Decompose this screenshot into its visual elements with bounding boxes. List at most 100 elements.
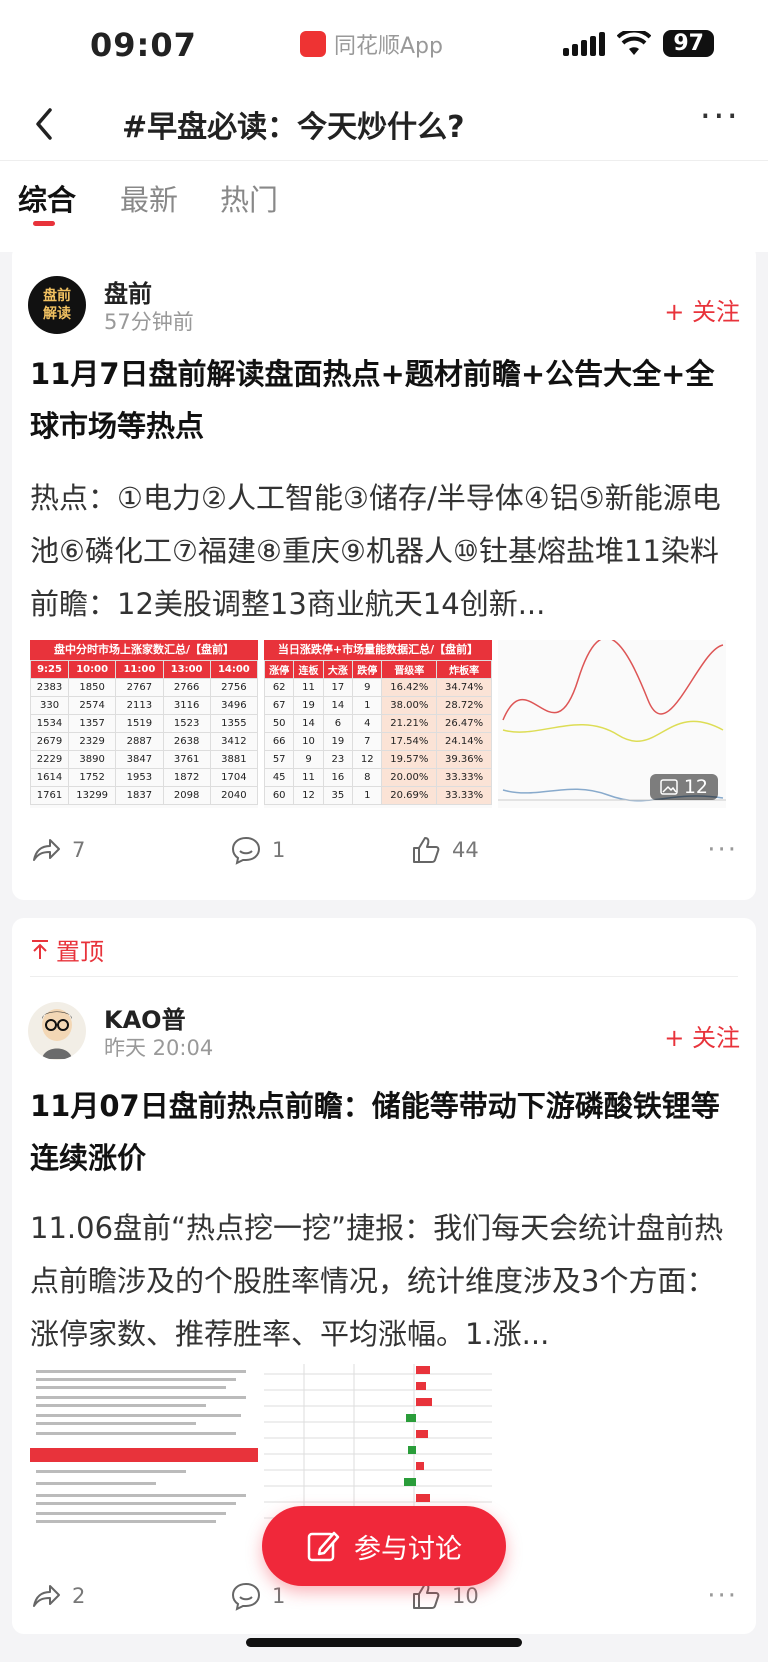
pin-arrow-icon <box>32 939 48 959</box>
table-cell: 3761 <box>162 750 211 769</box>
join-discussion-button[interactable]: 参与讨论 <box>262 1506 506 1586</box>
table-cell: 16.42% <box>381 678 438 697</box>
post-more-icon[interactable]: ··· <box>707 835 738 865</box>
table-cell: 19 <box>293 696 324 715</box>
table-cell: 21.21% <box>381 714 438 733</box>
table-cell: 1872 <box>162 768 211 787</box>
document-thumbnail <box>30 1364 258 1532</box>
table-cell: 1953 <box>115 768 164 787</box>
app-logo-icon <box>300 31 326 57</box>
follow-button[interactable]: + 关注 <box>664 1018 740 1053</box>
follow-button[interactable]: + 关注 <box>664 292 740 327</box>
table-header-cell: 10:00 <box>68 660 117 679</box>
table-cell: 1357 <box>68 714 117 733</box>
table-cell: 2887 <box>115 732 164 751</box>
like-button[interactable]: 44 <box>410 834 600 866</box>
table-cell: 19.57% <box>381 750 438 769</box>
post-card[interactable]: 盘前解读 盘前 57分钟前 + 关注 11月7日盘前解读盘面热点+题材前瞻+公告… <box>12 244 756 900</box>
table-row: 1761 13299 1837 2098 2040 <box>30 786 258 805</box>
table-cell: 1752 <box>68 768 117 787</box>
table2: 涨停 连板 大涨 跌停 晋级率 炸板率 62 11 17 9 16.42% 34.74% 67 19 14 1… <box>264 660 492 805</box>
table-row: 1534 1357 1519 1523 1355 <box>30 714 258 733</box>
table-cell: 2767 <box>115 678 164 697</box>
table-cell: 67 <box>264 696 295 715</box>
table-row: 60 12 35 1 20.69% 33.33% <box>264 786 492 805</box>
cellular-signal-icon <box>563 31 606 56</box>
tab-comprehensive[interactable]: 综合 <box>18 177 76 219</box>
table-cell: 62 <box>264 678 295 697</box>
pinned-label: 置顶 <box>30 932 104 967</box>
author-name[interactable]: KAO普 <box>104 1000 186 1035</box>
home-indicator <box>246 1638 522 1647</box>
table-row: 2383 1850 2767 2766 2756 <box>30 678 258 697</box>
table-cell: 11 <box>293 678 324 697</box>
share-button[interactable]: 2 <box>30 1580 220 1612</box>
avatar[interactable]: 盘前解读 <box>28 276 86 334</box>
table-cell: 3412 <box>209 732 258 751</box>
avatar[interactable] <box>28 1002 86 1060</box>
battery-icon: 97 <box>663 30 714 57</box>
table-row: 330 2574 2113 3116 3496 <box>30 696 258 715</box>
image-thumbnail-chart[interactable]: 12 <box>498 640 726 808</box>
table-row: 45 11 16 8 20.00% 33.33% <box>264 768 492 787</box>
table-row: 62 11 17 9 16.42% 34.74% <box>264 678 492 697</box>
table-cell: 12 <box>293 786 324 805</box>
table-header-cell: 大涨 <box>322 660 354 679</box>
table-cell: 39.36% <box>436 750 492 769</box>
table-header-cell: 11:00 <box>115 660 164 679</box>
table-row: 57 9 23 12 19.57% 39.36% <box>264 750 492 769</box>
image-count: 12 <box>683 776 708 798</box>
image-thumbnail-table-1[interactable]: 盘中分时市场上涨家数汇总/【盘前】 9:25 10:00 11:00 13:00 14:… <box>30 640 258 808</box>
table-cell: 24.14% <box>436 732 492 751</box>
table-cell: 2756 <box>209 678 258 697</box>
table-cell: 1523 <box>162 714 211 733</box>
table-cell: 2040 <box>209 786 258 805</box>
post-title[interactable]: 11月07日盘前热点前瞻：储能等带动下游磷酸铁锂等连续涨价 <box>30 1080 730 1184</box>
table-cell: 20.00% <box>381 768 438 787</box>
post-more-icon[interactable]: ··· <box>707 1581 738 1611</box>
table-cell: 2113 <box>115 696 164 715</box>
more-options-icon[interactable]: ··· <box>700 96 740 137</box>
image-thumbnail-document[interactable] <box>30 1364 258 1532</box>
back-icon[interactable] <box>30 104 70 144</box>
table-cell: 14 <box>293 714 324 733</box>
table-cell: 4 <box>352 714 383 733</box>
table-cell: 3847 <box>115 750 164 769</box>
table-header-row: 9:25 10:00 11:00 13:00 14:00 <box>30 660 258 679</box>
table-cell: 14 <box>322 696 354 715</box>
post-body[interactable]: 热点：①电力②人工智能③储存/半导体④铝⑤新能源电池⑥磷化工⑦福建⑧重庆⑨机器人… <box>30 472 730 631</box>
tab-popular[interactable]: 热门 <box>220 177 278 219</box>
table-cell: 1837 <box>115 786 164 805</box>
post-time: 57分钟前 <box>104 310 194 334</box>
table-cell: 2679 <box>30 732 70 751</box>
post-title[interactable]: 11月7日盘前解读盘面热点+题材前瞻+公告大全+全球市场等热点 <box>30 348 730 452</box>
share-button[interactable]: 7 <box>30 834 220 866</box>
table-row: 67 19 14 1 38.00% 28.72% <box>264 696 492 715</box>
post-body[interactable]: 11.06盘前“热点挖一挖”捷报：我们每天会统计盘前热点前瞻涉及的个股胜率情况，… <box>30 1202 730 1361</box>
comment-button[interactable]: 1 <box>230 834 420 866</box>
author-name[interactable]: 盘前 <box>104 274 152 309</box>
table-cell: 11 <box>293 768 324 787</box>
table-cell: 28.72% <box>436 696 492 715</box>
table-row: 66 10 19 7 17.54% 24.14% <box>264 732 492 751</box>
table-cell: 9 <box>293 750 324 769</box>
pinned-text: 置顶 <box>56 938 104 966</box>
table-cell: 2329 <box>68 732 117 751</box>
table-cell: 26.47% <box>436 714 492 733</box>
table-cell: 1534 <box>30 714 70 733</box>
comment-icon <box>231 836 261 865</box>
table-cell: 1761 <box>30 786 70 805</box>
image-thumbnail-table-2[interactable]: 当日涨跌停+市场量能数据汇总/【盘前】 涨停 连板 大涨 跌停 晋级率 炸板率 62 11 17… <box>264 640 492 808</box>
table-cell: 2766 <box>162 678 211 697</box>
tab-latest[interactable]: 最新 <box>120 177 178 219</box>
table-cell: 1519 <box>115 714 164 733</box>
table-cell: 38.00% <box>381 696 438 715</box>
table-cell: 3890 <box>68 750 117 769</box>
table-header-cell: 跌停 <box>352 660 383 679</box>
table-cell: 2383 <box>30 678 70 697</box>
table-cell: 1355 <box>209 714 258 733</box>
table-cell: 35 <box>322 786 354 805</box>
join-discussion-label: 参与讨论 <box>354 1533 462 1565</box>
table-cell: 23 <box>322 750 354 769</box>
tab-bar: 综合 最新 热门 <box>0 160 768 252</box>
